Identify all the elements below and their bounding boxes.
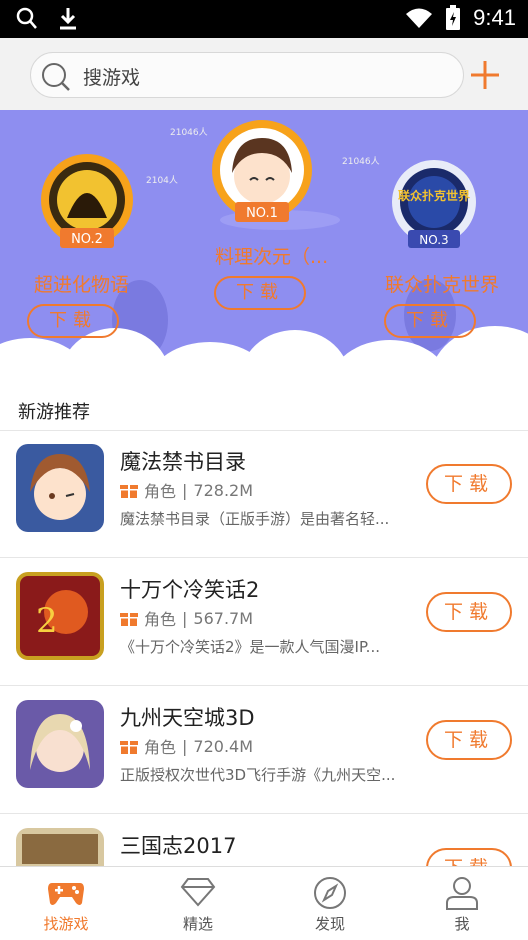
- rank-download-button[interactable]: 下载: [384, 304, 476, 338]
- search-icon: [42, 63, 70, 91]
- game-thumbnail: 2: [16, 572, 104, 660]
- user-icon: [446, 877, 478, 910]
- svg-text:2: 2: [36, 601, 58, 641]
- rank-badge: NO.2: [71, 232, 103, 247]
- list-item[interactable]: 2 十万个冷笑话2 角色 | 567.7M 《十万个冷笑话2》是一款人气国漫IP…: [0, 558, 528, 686]
- meta-separator: |: [182, 736, 188, 756]
- player-count: 2104人: [146, 176, 178, 186]
- rank-item-1[interactable]: 21046人 NO.1 料理次元（... 下载: [170, 110, 350, 350]
- game-meta: 角色 | 728.2M: [120, 478, 253, 502]
- rank-badge: NO.3: [419, 233, 448, 247]
- game-thumbnail: [16, 700, 104, 788]
- status-bar: 9:41: [0, 0, 528, 38]
- tab-me[interactable]: 我: [396, 867, 528, 940]
- gift-icon: [120, 741, 138, 754]
- tab-label: 精选: [182, 915, 213, 933]
- game-category: 角色: [144, 738, 177, 757]
- section-title: 新游推荐: [18, 402, 90, 423]
- tab-label: 找游戏: [43, 915, 89, 933]
- list-item[interactable]: 三国志2017 下载: [0, 814, 528, 866]
- rank-download-button[interactable]: 下载: [214, 276, 306, 310]
- game-category: 角色: [144, 610, 177, 629]
- search-placeholder: 搜游戏: [83, 67, 141, 89]
- download-icon: [60, 8, 76, 30]
- game-description: 魔法禁书目录（正版手游）是由著名轻...: [120, 510, 390, 528]
- game-meta: 角色 | 567.7M: [120, 606, 253, 630]
- clock: 9:41: [473, 5, 516, 30]
- download-button[interactable]: 下载: [426, 592, 512, 632]
- rank-game-name: 联众扑克世界: [385, 274, 500, 296]
- tab-discover[interactable]: 发现: [264, 867, 396, 940]
- list-item[interactable]: 魔法禁书目录 角色 | 728.2M 魔法禁书目录（正版手游）是由著名轻... …: [0, 430, 528, 558]
- tab-label: 发现: [314, 915, 345, 933]
- download-button[interactable]: 下载: [426, 464, 512, 504]
- download-button[interactable]: 下载: [426, 720, 512, 760]
- rank-item-2[interactable]: 2104人 NO.2 超进化物语 下载: [0, 110, 178, 350]
- ranking-banner: 2104人 NO.2 超进化物语 下载 21046人 NO.1 料理次元（...…: [0, 110, 528, 388]
- wifi-icon: [406, 8, 433, 28]
- add-icon[interactable]: [468, 58, 502, 92]
- diamond-icon: [180, 878, 216, 907]
- gift-icon: [120, 613, 138, 626]
- game-name: 九州天空城3D: [120, 706, 255, 730]
- game-thumbnail: [16, 828, 104, 866]
- search-icon: [16, 7, 37, 29]
- search-bar: 搜游戏: [0, 38, 528, 110]
- game-category: 角色: [144, 482, 177, 501]
- bottom-tab-bar: 找游戏 精选 发现 我: [0, 866, 528, 940]
- compass-icon: [314, 877, 346, 909]
- meta-separator: |: [182, 480, 188, 500]
- game-thumbnail: [16, 444, 104, 532]
- game-name: 三国志2017: [120, 834, 237, 858]
- tab-find-games[interactable]: 找游戏: [0, 867, 132, 940]
- game-logo-liaolicyuan: NO.1: [212, 120, 312, 222]
- gamepad-icon: [48, 883, 84, 905]
- tab-featured[interactable]: 精选: [132, 867, 264, 940]
- game-size: 567.7M: [193, 608, 254, 628]
- game-description: 《十万个冷笑话2》是一款人气国漫IP...: [120, 638, 380, 656]
- game-name: 魔法禁书目录: [120, 450, 246, 474]
- search-input[interactable]: 搜游戏: [30, 52, 464, 98]
- game-logo-chaojinhua: NO.2: [41, 154, 133, 248]
- game-size: 720.4M: [193, 736, 254, 756]
- game-name: 十万个冷笑话2: [120, 578, 260, 602]
- game-logo-text: 联众扑克世界: [398, 188, 470, 203]
- player-count: 21046人: [342, 157, 380, 167]
- download-button[interactable]: 下载: [426, 848, 512, 866]
- game-logo-lianzhong-poker: 联众扑克世界 NO.3: [392, 160, 476, 248]
- game-description: 正版授权次世代3D飞行手游《九州天空...: [120, 766, 396, 784]
- tab-label: 我: [454, 915, 470, 933]
- battery-icon: [446, 5, 461, 30]
- rank-game-name: 超进化物语: [34, 274, 130, 296]
- list-item[interactable]: 九州天空城3D 角色 | 720.4M 正版授权次世代3D飞行手游《九州天空..…: [0, 686, 528, 814]
- rank-download-button[interactable]: 下载: [27, 304, 119, 338]
- game-meta: 角色 | 720.4M: [120, 734, 253, 758]
- rank-badge: NO.1: [246, 206, 278, 221]
- rank-game-name: 料理次元（...: [215, 246, 329, 268]
- gift-icon: [120, 485, 138, 498]
- meta-separator: |: [182, 608, 188, 628]
- rank-item-3[interactable]: 21046人 联众扑克世界 NO.3 联众扑克世界 下载: [342, 110, 528, 350]
- game-size: 728.2M: [193, 480, 254, 500]
